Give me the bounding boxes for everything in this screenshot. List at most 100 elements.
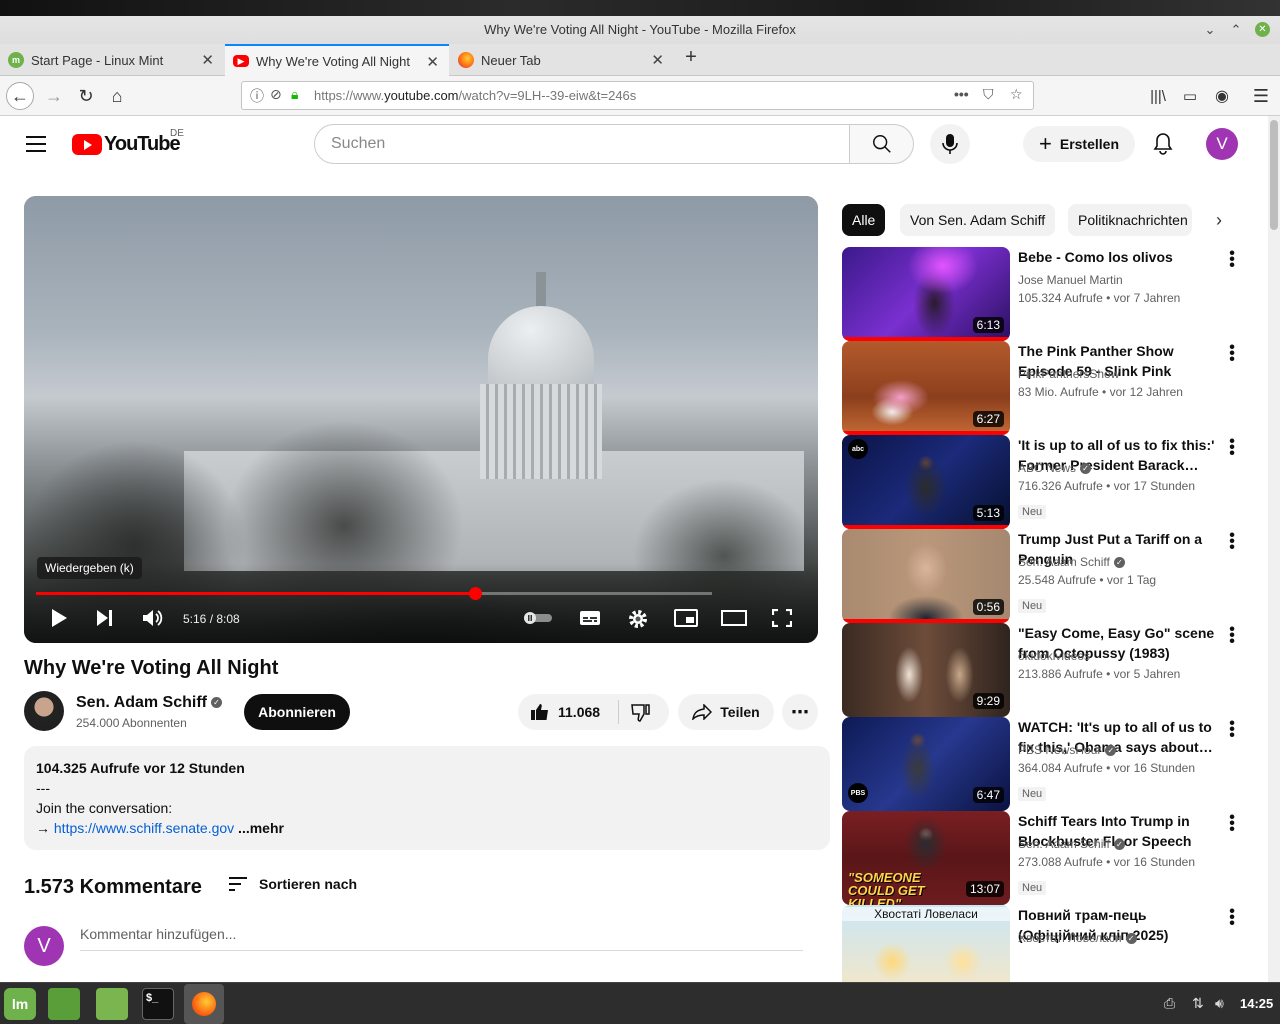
maximize-icon[interactable]: ⌃ <box>1228 22 1244 38</box>
more-actions-button[interactable]: ⋯ <box>782 694 818 730</box>
recommendation-channel[interactable]: PBS NewsHour ✓ <box>1018 743 1117 757</box>
video-thumbnail[interactable]: Хвостаті Ловеласи <box>842 905 1010 982</box>
more-options-icon[interactable]: • • • <box>1224 246 1240 274</box>
recommendation-card[interactable]: abc 5:13 'It is up to all of us to fix thi… <box>842 434 1268 529</box>
info-icon[interactable]: ⓘ <box>250 86 264 106</box>
video-thumbnail[interactable]: 6:13 <box>842 247 1010 341</box>
home-button[interactable]: ⌂ <box>103 82 131 110</box>
terminal-icon[interactable]: $_ <box>142 988 174 1020</box>
mint-menu-icon[interactable]: lm <box>4 988 36 1020</box>
recommendation-channel[interactable]: okidokivideos <box>1018 649 1090 663</box>
forward-button[interactable]: → <box>40 82 68 110</box>
share-button[interactable]: Teilen <box>678 694 774 730</box>
recommendation-channel[interactable]: PinkPanthersShow <box>1018 367 1119 381</box>
youtube-logo[interactable]: YouTube <box>72 133 181 156</box>
more-options-icon[interactable]: • • • <box>1224 622 1240 650</box>
account-avatar[interactable]: V <box>1206 128 1238 160</box>
theater-mode-icon[interactable] <box>721 610 747 626</box>
sidebar-icon[interactable]: ▭ <box>1176 82 1204 110</box>
show-desktop-icon[interactable] <box>48 988 80 1020</box>
recommendation-channel[interactable]: ABC News ✓ <box>1018 461 1092 475</box>
volume-tray-icon[interactable]: 🔊︎ <box>1215 995 1224 1012</box>
next-icon[interactable] <box>96 608 114 628</box>
search-input[interactable]: Suchen <box>314 124 850 164</box>
search-button[interactable] <box>850 124 914 164</box>
video-thumbnail[interactable]: 9:29 <box>842 623 1010 717</box>
guide-menu-icon[interactable] <box>26 136 46 157</box>
subtitles-icon[interactable] <box>579 610 601 626</box>
recommendation-card[interactable]: 6:13 Bebe - Como los olivos Jose Manuel Ma… <box>842 246 1268 341</box>
video-thumbnail[interactable]: PBS 6:47 <box>842 717 1010 811</box>
notifications-bell-icon[interactable] <box>1152 132 1174 156</box>
recommendation-card[interactable]: PBS 6:47 WATCH: 'It's up to all of us to f… <box>842 716 1268 811</box>
menu-icon[interactable]: ☰ <box>1247 82 1275 110</box>
clock[interactable]: 14:25 <box>1240 996 1273 1011</box>
add-comment-input[interactable]: Kommentar hinzufügen... <box>80 926 803 951</box>
more-options-icon[interactable]: • • • <box>1224 716 1240 744</box>
like-thumb-icon[interactable] <box>530 703 550 721</box>
play-icon[interactable] <box>50 608 68 628</box>
video-thumbnail[interactable]: 6:27 <box>842 341 1010 435</box>
sort-comments-button[interactable]: Sortieren nach <box>229 876 357 892</box>
tab-new-tab[interactable]: Neuer Tab ✕ <box>450 44 674 76</box>
miniplayer-icon[interactable] <box>674 609 698 627</box>
chip-political-news[interactable]: Politiknachrichten <box>1068 204 1192 236</box>
volume-icon[interactable] <box>142 608 164 628</box>
close-window-icon[interactable]: ✕ <box>1255 22 1270 37</box>
video-player[interactable]: Wiedergeben (k) 5:16 / 8:08 <box>24 196 818 643</box>
page-scrollbar[interactable] <box>1268 116 1280 982</box>
video-thumbnail[interactable]: abc 5:13 <box>842 435 1010 529</box>
url-bar[interactable]: ⓘ ⊘ 🔒︎ https://www.youtube.com/watch?v=9… <box>241 81 1034 110</box>
firefox-taskbar-button[interactable] <box>184 984 224 1024</box>
recommendation-card[interactable]: 0:56 Trump Just Put a Tariff on a Penguin… <box>842 528 1268 623</box>
more-options-icon[interactable]: • • • <box>1224 904 1240 932</box>
dislike-thumb-icon[interactable] <box>631 704 651 722</box>
tab-close-icon[interactable]: ✕ <box>426 53 439 71</box>
library-icon[interactable]: |||\ <box>1144 82 1172 110</box>
fullscreen-icon[interactable] <box>772 609 792 627</box>
settings-gear-icon[interactable] <box>627 608 649 630</box>
more-options-icon[interactable]: • • • <box>1224 434 1240 462</box>
recommendation-card[interactable]: 9:29 "Easy Come, Easy Go" scene from Octo… <box>842 622 1268 717</box>
bookmark-star-icon[interactable]: ☆ <box>1010 86 1023 103</box>
video-thumbnail[interactable]: "SOMEONE COULD GET KILLED" 13:07 <box>842 811 1010 905</box>
schiff-senate-link[interactable]: https://www.schiff.senate.gov <box>54 820 234 836</box>
autoplay-blocked-icon[interactable]: ⊘ <box>270 86 282 103</box>
tab-start-page[interactable]: m Start Page - Linux Mint ✕ <box>0 44 224 76</box>
network-icon[interactable]: ⇅ <box>1192 995 1204 1012</box>
recommendation-card[interactable]: 6:27 The Pink Panther Show Episode 59 - S… <box>842 340 1268 435</box>
recommendation-channel[interactable]: Sen. Adam Schiff ✓ <box>1018 555 1125 569</box>
show-more-link[interactable]: ...mehr <box>234 820 284 836</box>
account-icon[interactable]: ◉ <box>1208 82 1236 110</box>
pocket-icon[interactable]: ⛉ <box>983 86 994 103</box>
more-options-icon[interactable]: • • • <box>1224 340 1240 368</box>
recommendation-card[interactable]: Хвостаті Ловеласи Повний трам-пець (Офіці… <box>842 904 1268 982</box>
tab-youtube[interactable]: ▶ Why We're Voting All Night ✕ <box>225 44 449 76</box>
recommendation-channel[interactable]: Хвостаті Ловеласи ✓ <box>1018 931 1137 945</box>
channel-name[interactable]: Sen. Adam Schiff ✓ <box>76 694 222 712</box>
back-button[interactable]: ← <box>6 82 34 110</box>
more-options-icon[interactable]: • • • <box>1224 810 1240 838</box>
reload-button[interactable]: ↻ <box>72 82 100 110</box>
description-box[interactable]: 104.325 Aufrufe vor 12 Stunden --- Join … <box>24 746 830 850</box>
chip-from-channel[interactable]: Von Sen. Adam Schiff <box>900 204 1056 236</box>
new-tab-icon[interactable]: + <box>680 46 702 69</box>
scrollbar-thumb[interactable] <box>1270 120 1278 230</box>
file-manager-icon[interactable] <box>96 988 128 1020</box>
video-thumbnail[interactable]: 0:56 <box>842 529 1010 623</box>
recommendation-channel[interactable]: Sen. Adam Schiff ✓ <box>1018 837 1125 851</box>
more-options-icon[interactable]: • • • <box>1224 528 1240 556</box>
printer-icon[interactable]: ⎙ <box>1164 995 1175 1012</box>
autoplay-toggle[interactable] <box>522 611 554 625</box>
recommendation-channel[interactable]: Jose Manuel Martin <box>1018 273 1123 287</box>
channel-avatar[interactable] <box>24 691 64 731</box>
page-actions-icon[interactable]: ••• <box>954 86 969 102</box>
chip-all[interactable]: Alle <box>842 204 886 236</box>
progress-bar[interactable] <box>36 587 712 600</box>
create-button[interactable]: + Erstellen <box>1023 126 1135 162</box>
tab-close-icon[interactable]: ✕ <box>651 51 664 69</box>
lock-icon[interactable]: 🔒︎ <box>291 86 298 103</box>
minimize-icon[interactable]: ⌄ <box>1202 22 1218 38</box>
recommendation-title[interactable]: Bebe - Como los olivos <box>1018 247 1224 267</box>
like-count[interactable]: 11.068 <box>558 704 600 720</box>
